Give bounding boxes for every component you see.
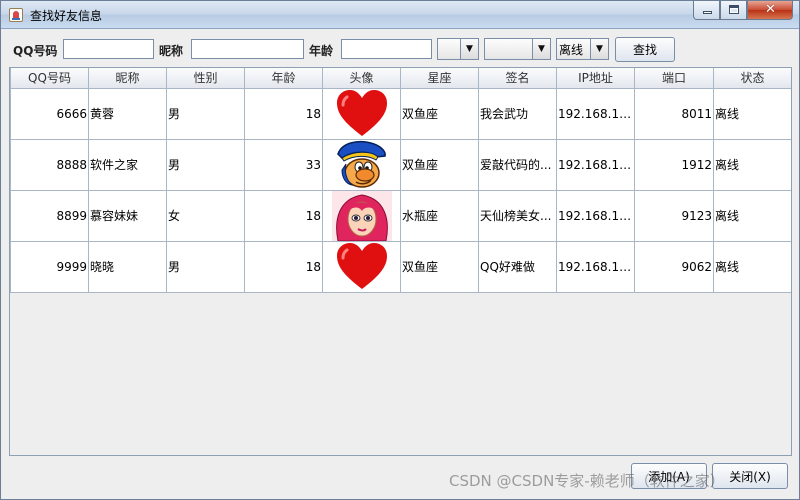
cell-avatar[interactable]: [322, 87, 401, 140]
cell-signature[interactable]: QQ好难做: [478, 240, 557, 293]
cell-ip[interactable]: 192.168.11...: [556, 240, 635, 293]
minimize-button[interactable]: [693, 1, 720, 20]
column-header-nickname[interactable]: 昵称: [88, 68, 167, 89]
cell-avatar[interactable]: [322, 189, 401, 242]
cell-age[interactable]: 18: [244, 87, 323, 140]
cell-qq[interactable]: 8888: [10, 138, 89, 191]
cell-constellation[interactable]: 双鱼座: [400, 87, 479, 140]
cartoon-boy-icon: [332, 140, 392, 189]
cell-constellation[interactable]: 双鱼座: [400, 240, 479, 293]
java-app-icon: [9, 8, 23, 22]
chevron-down-icon: ▼: [460, 39, 478, 59]
cell-port[interactable]: 9123: [634, 189, 714, 242]
cell-port[interactable]: 1912: [634, 138, 714, 191]
friend-table[interactable]: QQ号码 昵称 性别 年龄 头像 星座 签名 IP地址 端口 状态 6666 黄…: [9, 67, 792, 456]
table-row[interactable]: 9999 晓晓 男 18 双鱼座 QQ好难做 192.168.11... 906…: [10, 240, 791, 293]
cell-status[interactable]: 离线: [713, 240, 791, 293]
cell-signature[interactable]: 天仙榜美女...: [478, 189, 557, 242]
chevron-down-icon: ▼: [590, 39, 608, 59]
status-select[interactable]: 离线 ▼: [556, 38, 609, 60]
window-controls: ✕: [693, 1, 793, 20]
column-header-port[interactable]: 端口: [634, 68, 714, 89]
search-button[interactable]: 查找: [615, 37, 675, 62]
cell-sex[interactable]: 男: [166, 240, 245, 293]
column-header-constellation[interactable]: 星座: [400, 68, 479, 89]
heart-icon: [332, 89, 392, 138]
cell-qq[interactable]: 6666: [10, 87, 89, 140]
filter-select-2[interactable]: ▼: [484, 38, 551, 60]
cell-nickname[interactable]: 慕容妹妹: [88, 189, 167, 242]
cell-qq[interactable]: 8899: [10, 189, 89, 242]
maximize-button[interactable]: [720, 1, 747, 20]
cell-ip[interactable]: 192.168.11...: [556, 87, 635, 140]
qq-input[interactable]: [63, 39, 154, 59]
cell-age[interactable]: 33: [244, 138, 323, 191]
close-window-button[interactable]: ✕: [747, 1, 793, 20]
cell-sex[interactable]: 男: [166, 138, 245, 191]
cell-nickname[interactable]: 黄蓉: [88, 87, 167, 140]
age-input[interactable]: [341, 39, 432, 59]
column-header-status[interactable]: 状态: [713, 68, 791, 89]
cell-nickname[interactable]: 软件之家: [88, 138, 167, 191]
filter-select-1[interactable]: ▼: [437, 38, 479, 60]
column-header-sex[interactable]: 性别: [166, 68, 245, 89]
table-row[interactable]: 8899 慕容妹妹 女 18 水瓶座 天仙榜美女... 192.168.11..…: [10, 189, 791, 242]
cell-avatar[interactable]: [322, 240, 401, 293]
age-label: 年龄: [309, 44, 334, 58]
find-friend-window: 查找好友信息 ✕ QQ号码 昵称 年龄 ▼ ▼ 离线 ▼ 查找 QQ号码 昵称 …: [0, 0, 800, 500]
chevron-down-icon: ▼: [532, 39, 550, 59]
watermark-text: CSDN @CSDN专家-赖老师（软件之家）: [449, 472, 725, 490]
cell-port[interactable]: 8011: [634, 87, 714, 140]
nickname-input[interactable]: [191, 39, 304, 59]
cartoon-girl-icon: [331, 191, 392, 240]
friend-table-grid: QQ号码 昵称 性别 年龄 头像 星座 签名 IP地址 端口 状态 6666 黄…: [10, 68, 791, 293]
status-select-value: 离线: [559, 42, 584, 57]
column-header-age[interactable]: 年龄: [244, 68, 323, 89]
table-row[interactable]: 8888 软件之家 男 33 双鱼座 爱敲代码的... 192.168.11..…: [10, 138, 791, 191]
qq-label: QQ号码: [13, 44, 58, 58]
table-row[interactable]: 6666 黄蓉 男 18 双鱼座 我会武功 192.168.11... 8011…: [10, 87, 791, 140]
cell-avatar[interactable]: [322, 138, 401, 191]
cell-constellation[interactable]: 双鱼座: [400, 138, 479, 191]
column-header-signature[interactable]: 签名: [478, 68, 557, 89]
heart-icon: [332, 242, 392, 291]
column-header-ip[interactable]: IP地址: [556, 68, 635, 89]
cell-qq[interactable]: 9999: [10, 240, 89, 293]
close-icon: ✕: [765, 2, 776, 17]
minimize-icon: [703, 11, 712, 14]
cell-ip[interactable]: 192.168.11...: [556, 138, 635, 191]
cell-sex[interactable]: 女: [166, 189, 245, 242]
cell-signature[interactable]: 爱敲代码的...: [478, 138, 557, 191]
cell-constellation[interactable]: 水瓶座: [400, 189, 479, 242]
cell-sex[interactable]: 男: [166, 87, 245, 140]
cell-age[interactable]: 18: [244, 240, 323, 293]
cell-nickname[interactable]: 晓晓: [88, 240, 167, 293]
cell-status[interactable]: 离线: [713, 87, 791, 140]
cell-ip[interactable]: 192.168.11...: [556, 189, 635, 242]
cell-age[interactable]: 18: [244, 189, 323, 242]
table-header-row: QQ号码 昵称 性别 年龄 头像 星座 签名 IP地址 端口 状态: [10, 68, 791, 89]
cell-status[interactable]: 离线: [713, 189, 791, 242]
column-header-avatar[interactable]: 头像: [322, 68, 401, 89]
nickname-label: 昵称: [159, 44, 184, 58]
window-title: 查找好友信息: [30, 9, 103, 23]
maximize-icon: [729, 5, 739, 14]
cell-port[interactable]: 9062: [634, 240, 714, 293]
column-header-qq[interactable]: QQ号码: [10, 68, 89, 89]
title-bar[interactable]: 查找好友信息 ✕: [1, 1, 799, 29]
cell-status[interactable]: 离线: [713, 138, 791, 191]
cell-signature[interactable]: 我会武功: [478, 87, 557, 140]
